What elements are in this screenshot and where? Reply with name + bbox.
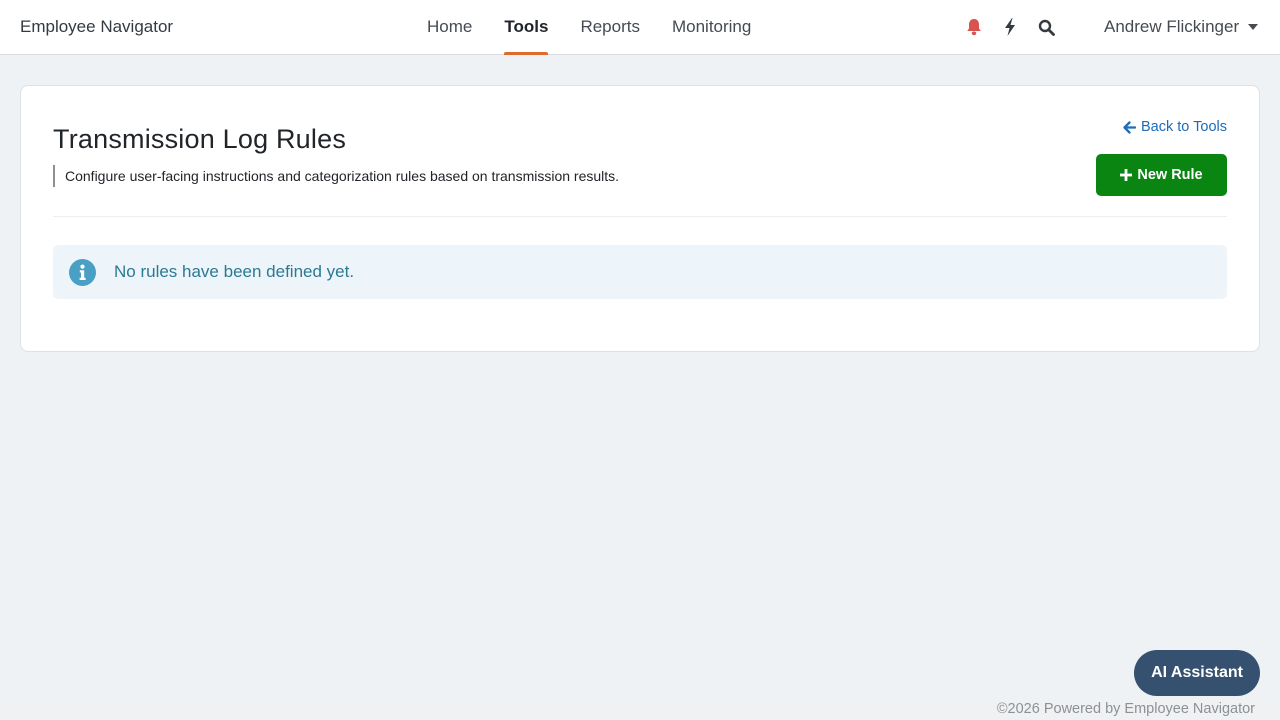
header-divider [53,216,1227,217]
nav-monitoring[interactable]: Monitoring [672,0,751,55]
back-to-tools-link[interactable]: Back to Tools [1123,119,1227,135]
chevron-down-icon [1248,24,1259,30]
new-rule-button[interactable]: New Rule [1096,154,1227,196]
nav-reports[interactable]: Reports [580,0,640,55]
search-icon[interactable] [1036,16,1056,38]
arrow-left-icon [1123,120,1137,134]
rules-card: Transmission Log Rules Configure user-fa… [20,85,1260,352]
back-link-label: Back to Tools [1141,119,1227,135]
page-title: Transmission Log Rules [53,124,347,154]
main-nav: Home Tools Reports Monitoring [427,0,783,55]
ai-assistant-button[interactable]: AI Assistant [1134,650,1260,696]
page-subtitle: Configure user-facing instructions and c… [53,165,619,187]
bell-icon[interactable] [964,16,984,38]
empty-state-alert: No rules have been defined yet. [53,245,1227,299]
user-menu[interactable]: Andrew Flickinger [1104,17,1259,37]
footer: ©2026 Powered by Employee Navigator [0,698,1280,720]
nav-tools[interactable]: Tools [504,0,549,55]
nav-icon-group [964,16,1072,38]
plus-icon [1120,169,1133,181]
new-rule-label: New Rule [1137,167,1203,183]
nav-home[interactable]: Home [427,0,472,55]
bolt-icon[interactable] [1000,16,1020,38]
info-circle-icon [69,258,96,286]
top-navbar: Employee Navigator Home Tools Reports Mo… [0,0,1280,55]
user-name: Andrew Flickinger [1104,17,1240,36]
brand-name[interactable]: Employee Navigator [20,17,173,37]
empty-state-message: No rules have been defined yet. [114,262,355,281]
footer-copyright: ©2026 Powered by Employee Navigator [996,701,1255,717]
